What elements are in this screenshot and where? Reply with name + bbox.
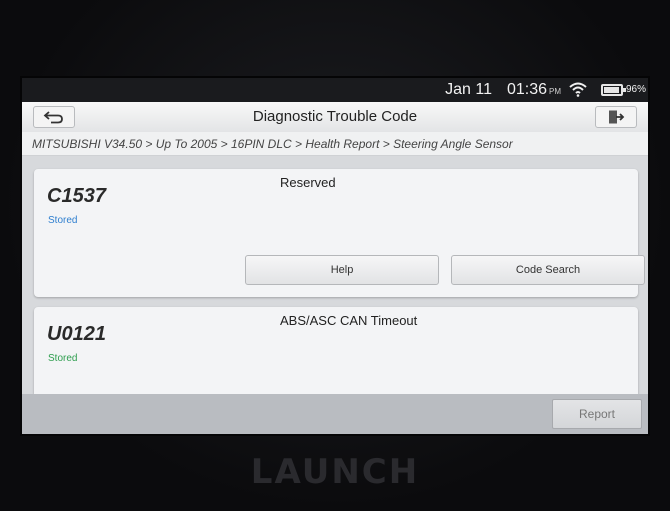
dtc-list[interactable]: C1537 Stored Reserved Help Code Search U… [22, 156, 648, 394]
dtc-status: Stored [48, 215, 78, 226]
dtc-description: ABS/ASC CAN Timeout [280, 313, 418, 328]
screen: Jan 11 01:36 PM 96% Diagnostic Trouble C… [22, 78, 648, 434]
code-search-button[interactable]: Code Search [451, 255, 645, 285]
status-date: Jan 11 [445, 81, 492, 98]
dtc-description: Reserved [280, 175, 336, 190]
dtc-item[interactable]: U0121 Stored ABS/ASC CAN Timeout [34, 307, 638, 394]
footer-bar: Report [22, 394, 648, 434]
dtc-item[interactable]: C1537 Stored Reserved Help Code Search [34, 169, 645, 297]
status-bar: Jan 11 01:36 PM 96% [22, 78, 648, 102]
dtc-code: U0121 [47, 323, 106, 345]
page-title: Diagnostic Trouble Code [252, 108, 418, 125]
battery-level-fill [604, 87, 619, 93]
exit-button[interactable] [595, 106, 637, 128]
title-bar: Diagnostic Trouble Code [22, 102, 648, 133]
battery-percent: 96% [625, 84, 646, 95]
status-time: 01:36 [506, 81, 547, 98]
dtc-status: Stored [48, 353, 78, 364]
report-button[interactable]: Report [552, 399, 642, 429]
dtc-code: C1537 [47, 185, 106, 207]
exit-icon [609, 110, 625, 124]
device-frame: Jan 11 01:36 PM 96% Diagnostic Trouble C… [0, 0, 670, 511]
breadcrumb: MITSUBISHI V34.50 > Up To 2005 > 16PIN D… [22, 132, 648, 156]
brand-logo: LAUNCH [250, 452, 420, 492]
wifi-icon [569, 82, 587, 97]
battery-icon [601, 84, 626, 96]
help-button[interactable]: Help [245, 255, 439, 285]
status-ampm: PM [549, 87, 561, 96]
